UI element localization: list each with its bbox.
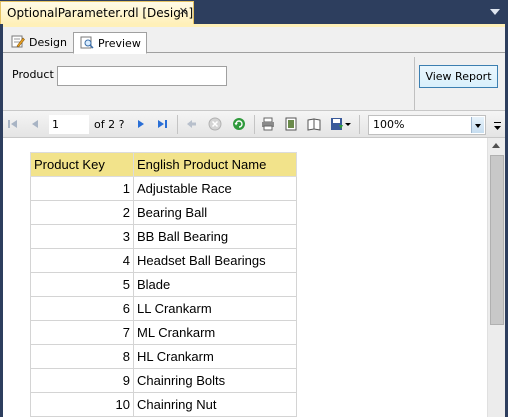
table-header-row: Product Key English Product Name xyxy=(30,152,297,177)
product-name-cell: Adjustable Race xyxy=(133,176,297,201)
product-key-cell: 4 xyxy=(30,248,134,273)
product-name-cell: HL Crankarm xyxy=(133,344,297,369)
export-icon[interactable] xyxy=(330,117,344,131)
table-row: 10 Chainring Nut xyxy=(30,392,297,417)
product-key-cell: 10 xyxy=(30,392,134,417)
print-layout-icon[interactable] xyxy=(284,117,298,131)
preview-icon xyxy=(80,36,94,49)
previous-page-icon[interactable] xyxy=(28,117,42,131)
product-name-cell: Chainring Bolts xyxy=(133,368,297,393)
product-key-cell: 8 xyxy=(30,344,134,369)
toolbar-separator xyxy=(254,115,255,134)
stop-icon[interactable] xyxy=(208,117,222,131)
table-row: 2 Bearing Ball xyxy=(30,200,297,225)
back-icon[interactable] xyxy=(184,117,198,131)
report-designer-pane: Design Preview Product View Report of 2 … xyxy=(3,24,505,417)
refresh-icon[interactable] xyxy=(232,117,246,131)
product-name-cell: Headset Ball Bearings xyxy=(133,248,297,273)
table-row: 8 HL Crankarm xyxy=(30,344,297,369)
product-name-cell: Chainring Nut xyxy=(133,392,297,417)
table-row: 3 BB Ball Bearing xyxy=(30,224,297,249)
product-param-label: Product xyxy=(12,68,54,81)
product-name-cell: BB Ball Bearing xyxy=(133,224,297,249)
zoom-select[interactable]: 100% xyxy=(368,115,486,135)
report-viewer: Product Key English Product Name 1 Adjust… xyxy=(3,138,487,417)
product-key-cell: 5 xyxy=(30,272,134,297)
product-key-cell: 7 xyxy=(30,320,134,345)
scroll-up-icon[interactable] xyxy=(492,143,500,148)
table-row: 6 LL Crankarm xyxy=(30,296,297,321)
product-key-cell: 9 xyxy=(30,368,134,393)
product-name-cell: ML Crankarm xyxy=(133,320,297,345)
view-tab-bar: Design Preview xyxy=(3,29,505,54)
tab-preview-label: Preview xyxy=(98,37,141,50)
toolbar-separator xyxy=(177,115,178,134)
table-row: 7 ML Crankarm xyxy=(30,320,297,345)
tab-design-label: Design xyxy=(29,36,67,49)
table-row: 9 Chainring Bolts xyxy=(30,368,297,393)
column-header-product-key: Product Key xyxy=(30,152,134,177)
column-header-english-product-name: English Product Name xyxy=(133,152,297,177)
design-icon xyxy=(11,35,25,48)
table-row: 1 Adjustable Race xyxy=(30,176,297,201)
product-param-input[interactable] xyxy=(57,66,227,86)
page-number-input[interactable] xyxy=(49,115,89,134)
report-vertical-scrollbar[interactable] xyxy=(487,138,505,417)
scrollbar-thumb[interactable] xyxy=(490,155,504,325)
document-tab-title: OptionalParameter.rdl [Design] xyxy=(7,6,194,20)
export-dropdown-icon[interactable] xyxy=(345,117,351,131)
toolbar-separator xyxy=(359,115,360,134)
first-page-icon[interactable] xyxy=(6,117,20,131)
tab-list-dropdown-icon[interactable] xyxy=(490,9,500,15)
table-row: 5 Blade xyxy=(30,272,297,297)
zoom-value: 100% xyxy=(373,118,405,131)
page-count-label: of 2 ? xyxy=(94,118,125,131)
print-icon[interactable] xyxy=(261,117,275,131)
product-key-cell: 6 xyxy=(30,296,134,321)
product-name-cell: Bearing Ball xyxy=(133,200,297,225)
table-row: 4 Headset Ball Bearings xyxy=(30,248,297,273)
product-key-cell: 1 xyxy=(30,176,134,201)
last-page-icon[interactable] xyxy=(155,117,169,131)
document-tab[interactable]: OptionalParameter.rdl [Design] ✕ xyxy=(0,1,194,24)
next-page-icon[interactable] xyxy=(134,117,148,131)
product-key-cell: 2 xyxy=(30,200,134,225)
product-key-cell: 3 xyxy=(30,224,134,249)
product-name-cell: Blade xyxy=(133,272,297,297)
product-table: Product Key English Product Name 1 Adjust… xyxy=(30,152,297,417)
view-report-button[interactable]: View Report xyxy=(419,65,498,88)
page-setup-icon[interactable] xyxy=(307,117,321,131)
tab-design[interactable]: Design xyxy=(5,32,71,54)
product-name-cell: LL Crankarm xyxy=(133,296,297,321)
tab-preview[interactable]: Preview xyxy=(73,32,147,54)
report-toolbar: of 2 ? xyxy=(3,110,505,138)
document-tab-strip: OptionalParameter.rdl [Design] ✕ xyxy=(0,0,508,24)
toolbar-overflow-icon[interactable] xyxy=(494,121,501,131)
chevron-down-icon[interactable] xyxy=(471,117,484,133)
close-icon[interactable]: ✕ xyxy=(179,5,188,18)
